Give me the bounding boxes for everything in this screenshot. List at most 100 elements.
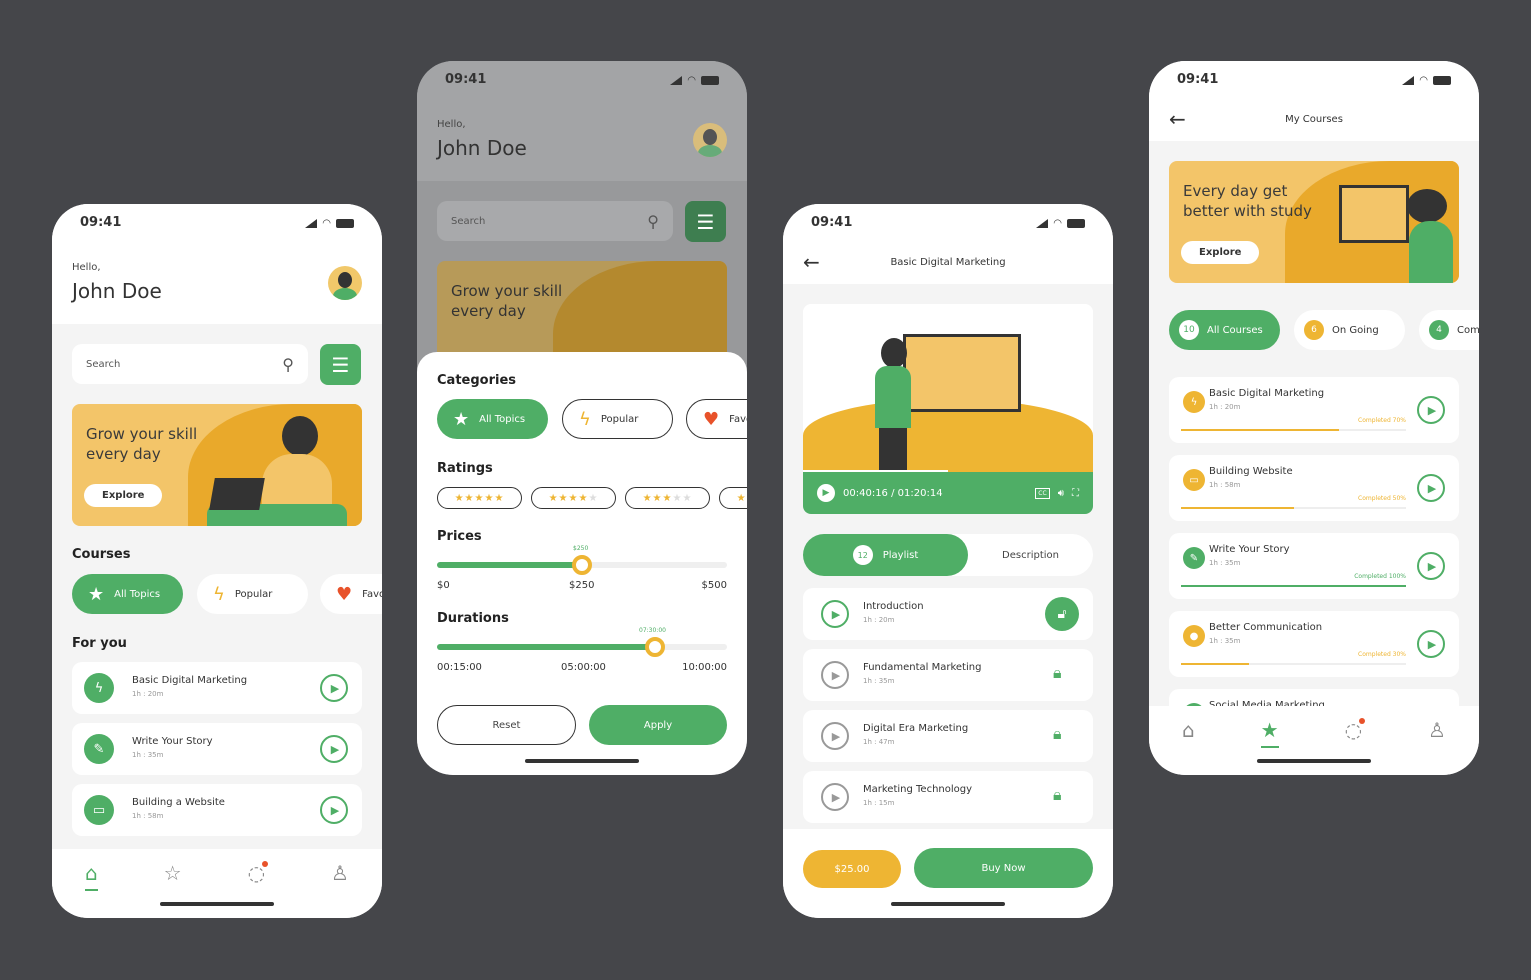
explore-button[interactable]: Explore <box>1181 241 1260 264</box>
video-player[interactable]: ▶ 00:40:16 / 01:20:14 CC 🔊︎ ⛶ <box>803 304 1093 514</box>
buy-now-button[interactable]: Buy Now <box>914 848 1093 888</box>
chip-favorite[interactable]: ♥ Favo <box>686 399 747 439</box>
rating-filter-3[interactable]: ★★★★★ <box>625 487 710 509</box>
avatar <box>693 123 727 157</box>
chip-all-topics[interactable]: ★ All Topics <box>437 399 548 439</box>
tab-bar: 12 Playlist Description <box>803 534 1093 576</box>
list-item[interactable]: ✎ Write Your Story 1h : 35m ▶ <box>72 723 362 775</box>
chip-popular[interactable]: ϟ Popular <box>197 574 308 614</box>
rating-filter-5[interactable]: ★★★★★ <box>437 487 522 509</box>
tab-label: Comp <box>1457 324 1479 336</box>
course-duration: 1h : 58m <box>1209 481 1241 489</box>
banner-title: Grow your skill every day <box>86 425 198 463</box>
rating-filter-4[interactable]: ★★★★★ <box>531 487 616 509</box>
filter-button[interactable]: ☰ <box>320 344 361 385</box>
signal-icon <box>1402 76 1415 85</box>
list-item[interactable]: ▭ Building a Website 1h : 58m ▶ <box>72 784 362 836</box>
search-placeholder: Search <box>451 215 486 227</box>
lesson-item[interactable]: ▶ Marketing Technology 1h : 15m 🔒︎ <box>803 771 1093 823</box>
lesson-item[interactable]: ▶ Introduction 1h : 20m 🔓︎ <box>803 588 1093 640</box>
duration-mid: 05:00:00 <box>561 662 606 673</box>
course-card[interactable]: ✎ Write Your Story 1h : 35m Completed 100% ▶ <box>1169 533 1459 599</box>
price-button[interactable]: $25.00 <box>803 850 901 888</box>
chip-label: Popular <box>600 413 639 425</box>
lightning-icon: ϟ <box>84 673 114 703</box>
home-icon[interactable]: ⌂ <box>84 861 98 891</box>
chip-popular[interactable]: ϟ Popular <box>562 399 673 439</box>
rating-filter-2[interactable]: ★★★★★ <box>719 487 747 509</box>
duration-slider-value: 07:30:00 <box>639 627 666 634</box>
chip-all-topics[interactable]: ★ All Topics <box>72 574 183 614</box>
lesson-item[interactable]: ▶ Fundamental Marketing 1h : 35m 🔒︎ <box>803 649 1093 701</box>
apply-button[interactable]: Apply <box>589 705 727 745</box>
course-card[interactable]: ▭ Building Website 1h : 58m Completed 50% ▶ <box>1169 455 1459 521</box>
play-button[interactable]: ▶ <box>320 735 348 763</box>
play-button[interactable]: ▶ <box>320 674 348 702</box>
star-icon[interactable]: ★ <box>1260 718 1279 748</box>
tab-description[interactable]: Description <box>968 534 1093 576</box>
reset-button[interactable]: Reset <box>437 705 576 745</box>
star-icon[interactable]: ☆ <box>164 861 182 891</box>
chat-icon[interactable]: ◌ <box>248 861 269 891</box>
lesson-title: Marketing Technology <box>863 784 973 795</box>
price-max: $500 <box>701 580 727 591</box>
chip-label: Favo <box>362 588 382 600</box>
search-icon: ⚲ <box>282 354 294 374</box>
play-button[interactable]: ▶ <box>320 796 348 824</box>
battery-icon <box>1067 219 1085 228</box>
chat-icon[interactable]: ◌ <box>1345 718 1366 748</box>
lock-icon: 🔒︎ <box>1053 724 1062 743</box>
play-icon[interactable]: ▶ <box>821 600 849 628</box>
list-item[interactable]: ϟ Basic Digital Marketing 1h : 20m ▶ <box>72 662 362 714</box>
course-player-screen: 09:41 ◠ ← Basic Digital Marketing ▶ 00:4… <box>783 204 1113 918</box>
profile-icon[interactable]: ♙ <box>1428 718 1446 748</box>
play-button[interactable]: ▶ <box>1417 396 1445 424</box>
price-slider[interactable] <box>437 555 727 575</box>
greeting: Hello, <box>437 119 466 130</box>
progress-bar <box>1181 585 1406 587</box>
duration-slider-handle[interactable] <box>644 637 665 657</box>
volume-icon[interactable]: 🔊︎ <box>1058 488 1064 499</box>
tab-comp[interactable]: 4 Comp <box>1419 310 1479 350</box>
tab-label: Playlist <box>882 549 919 561</box>
tab-all-courses[interactable]: 10 All Courses <box>1169 310 1280 350</box>
search-input[interactable]: Search ⚲ <box>72 344 308 384</box>
progress-fill <box>1181 429 1339 431</box>
course-duration: 1h : 20m <box>132 690 164 698</box>
play-button[interactable]: ▶ <box>1417 552 1445 580</box>
status-time: 09:41 <box>811 215 853 230</box>
course-duration: 1h : 35m <box>1209 559 1241 567</box>
tab-on-going[interactable]: 6 On Going <box>1294 310 1405 350</box>
avatar[interactable] <box>328 266 362 300</box>
user-name: John Doe <box>72 279 162 303</box>
home-indicator <box>1257 759 1371 763</box>
price-slider-handle[interactable] <box>572 555 592 575</box>
tab-label: On Going <box>1332 324 1379 336</box>
illustration-laptop <box>209 478 265 510</box>
lesson-title: Digital Era Marketing <box>863 723 969 734</box>
home-icon[interactable]: ⌂ <box>1182 718 1195 748</box>
explore-button[interactable]: Explore <box>84 484 163 507</box>
profile-icon[interactable]: ♙ <box>331 861 349 891</box>
wifi-icon: ◠ <box>322 218 331 229</box>
chip-label: Popular <box>234 588 273 600</box>
wifi-icon: ◠ <box>1419 75 1428 86</box>
play-button[interactable]: ▶ <box>1417 474 1445 502</box>
fullscreen-icon[interactable]: ⛶ <box>1072 488 1079 499</box>
play-icon[interactable]: ▶ <box>817 484 835 502</box>
play-icon[interactable]: ▶ <box>821 661 849 689</box>
course-duration: 1h : 35m <box>1209 637 1241 645</box>
chip-favorite[interactable]: ♥ Favo <box>320 574 382 614</box>
play-icon[interactable]: ▶ <box>821 783 849 811</box>
tab-playlist[interactable]: 12 Playlist <box>803 534 968 576</box>
unlock-icon[interactable]: 🔓︎ <box>1045 597 1079 631</box>
duration-slider[interactable] <box>437 637 727 657</box>
course-card[interactable]: ϟ Basic Digital Marketing 1h : 20m Complete… <box>1169 377 1459 443</box>
duration-min: 00:15:00 <box>437 662 482 673</box>
count-badge: 10 <box>1179 320 1199 340</box>
lesson-item[interactable]: ▶ Digital Era Marketing 1h : 47m 🔒︎ <box>803 710 1093 762</box>
play-button[interactable]: ▶ <box>1417 630 1445 658</box>
captions-icon[interactable]: CC <box>1035 487 1050 499</box>
play-icon[interactable]: ▶ <box>821 722 849 750</box>
course-card[interactable]: ● Better Communication 1h : 35m Completed 3… <box>1169 611 1459 677</box>
